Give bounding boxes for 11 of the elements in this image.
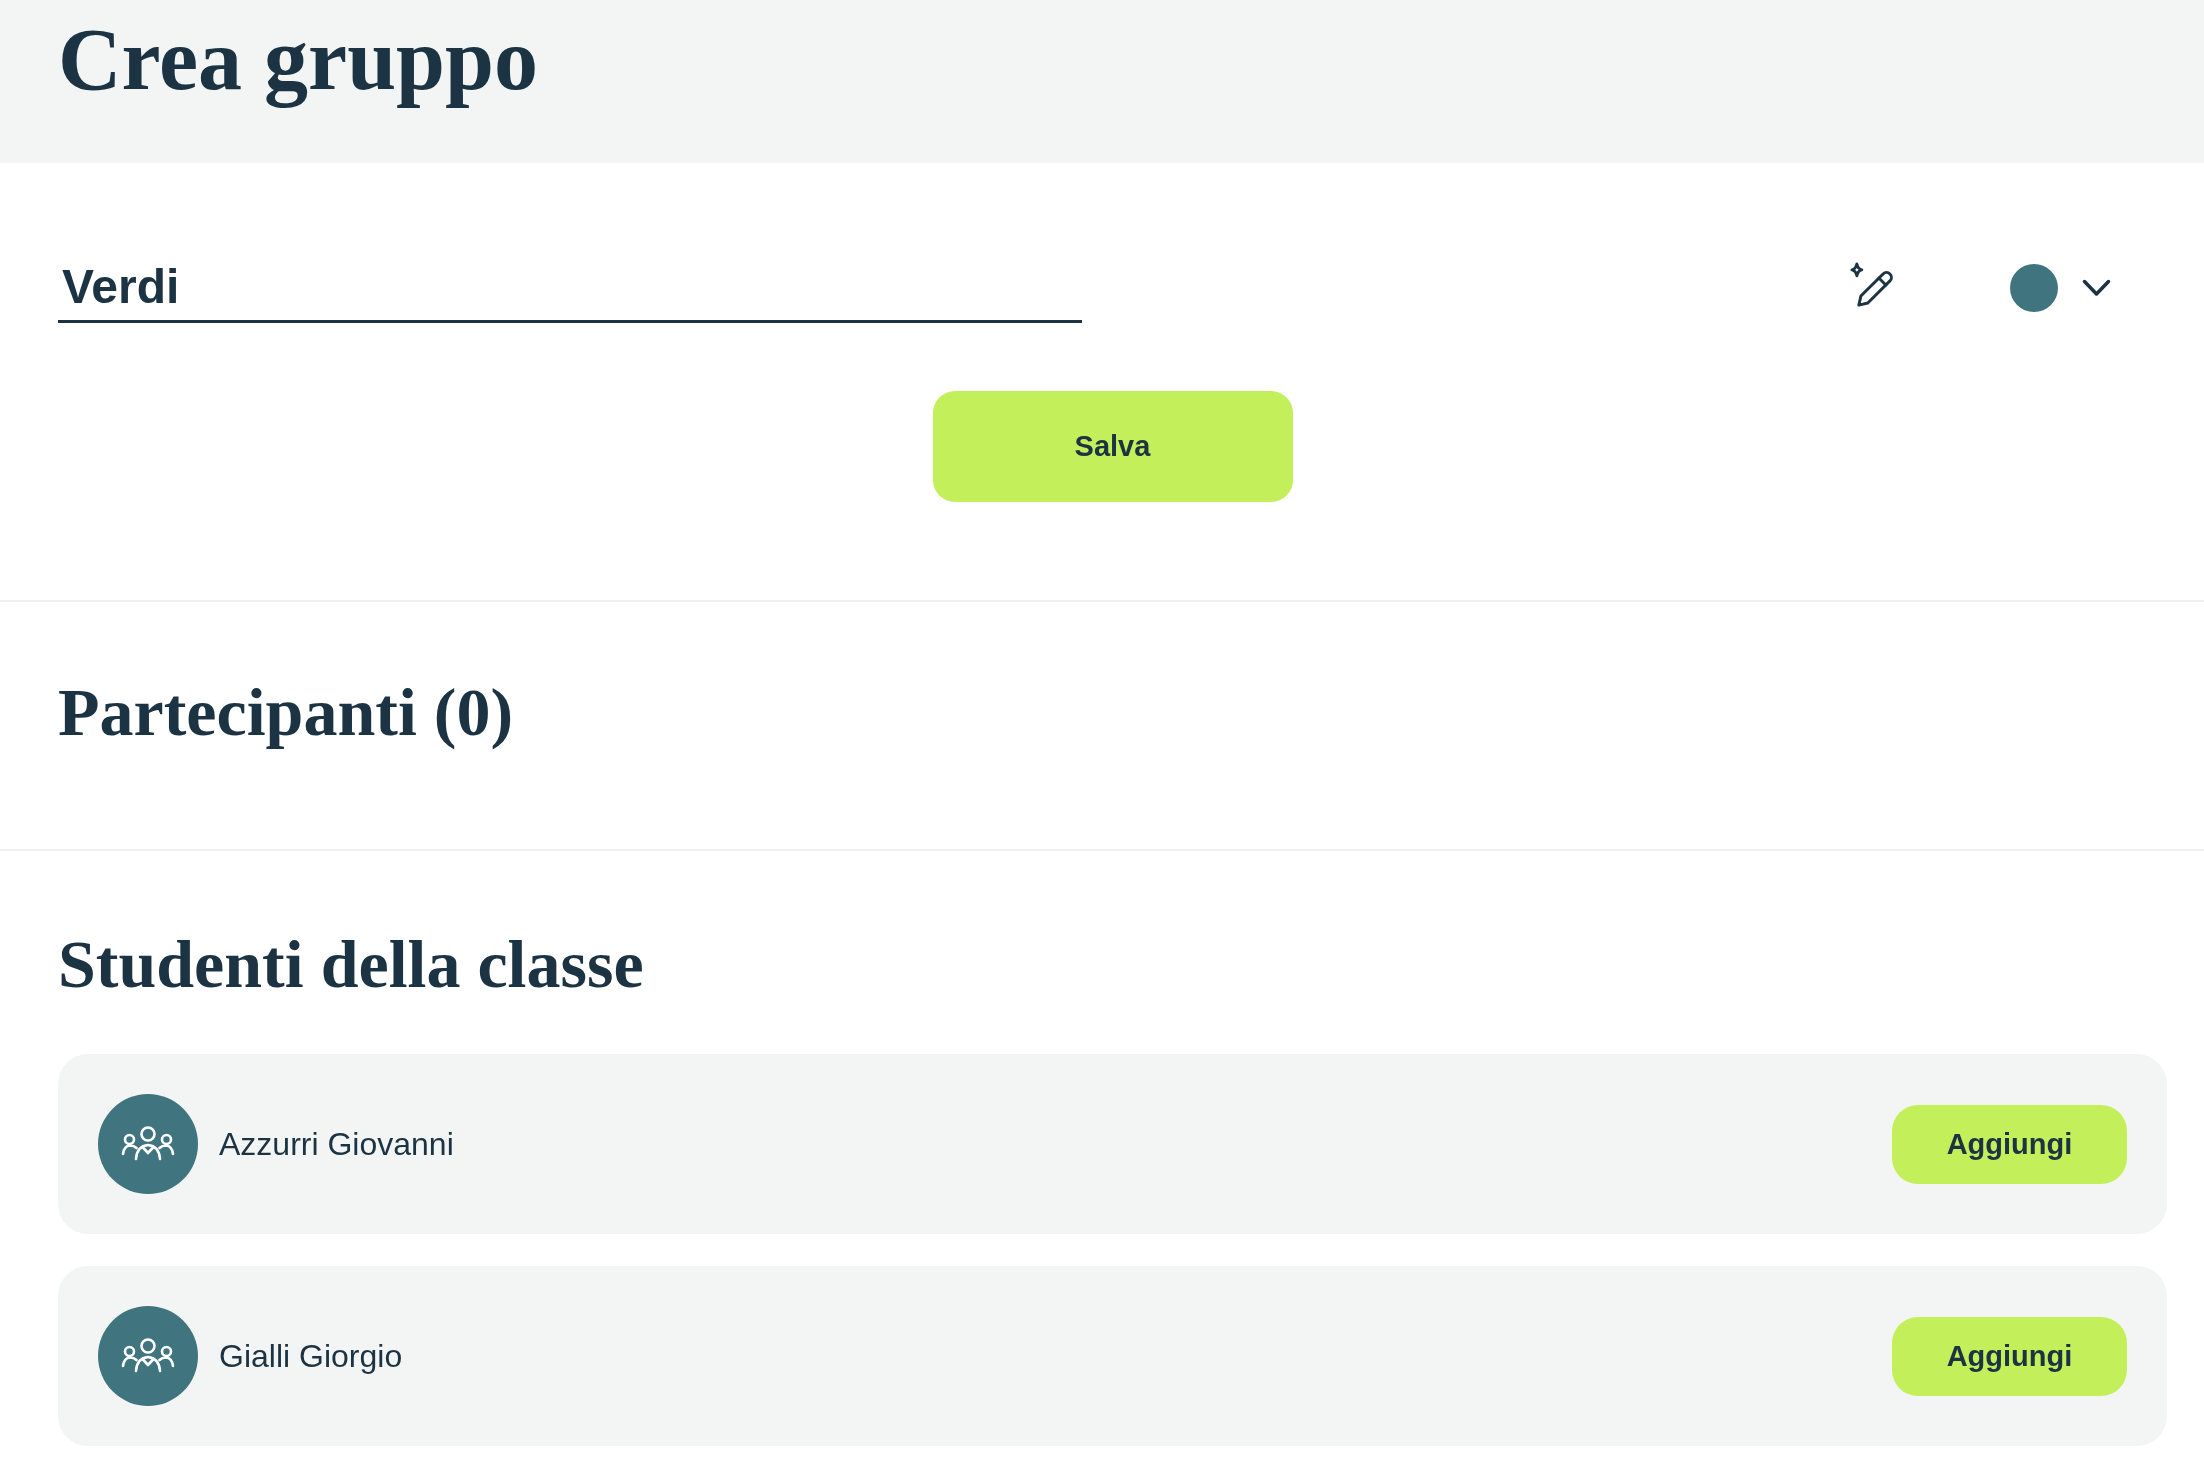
chevron-down-icon[interactable]: [2082, 279, 2111, 297]
student-name: Gialli Giorgio: [219, 1337, 403, 1375]
section-title: Studenti della classe: [58, 930, 644, 998]
save-button[interactable]: Salva: [932, 391, 1293, 502]
people-icon: [98, 1094, 198, 1194]
people-icon: [98, 1306, 198, 1406]
student-name: Azzurri Giovanni: [219, 1125, 454, 1163]
add-button[interactable]: Aggiungi: [1892, 1316, 2127, 1396]
color-swatch-icon[interactable]: [2010, 264, 2058, 312]
name-field[interactable]: Verdi: [58, 253, 1082, 323]
add-button[interactable]: Aggiungi: [1892, 1104, 2127, 1184]
